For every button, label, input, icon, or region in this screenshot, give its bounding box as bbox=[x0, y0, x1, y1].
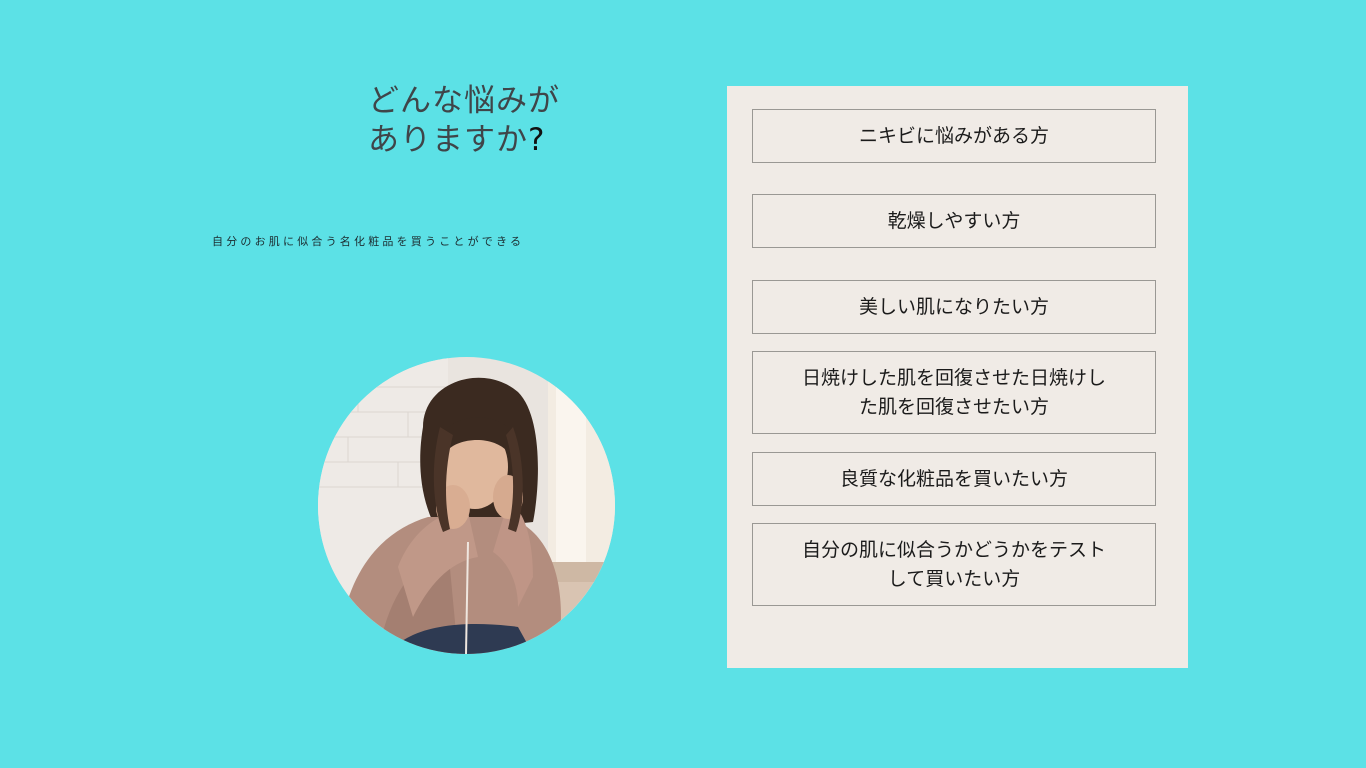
option-dry-skin-line-1: 乾燥しやすい方 bbox=[887, 209, 1021, 232]
option-beautiful-skin-line-1: 美しい肌になりたい方 bbox=[858, 295, 1049, 318]
option-quality-cosmetics-label: 良質な化粧品を買いたい方 bbox=[840, 465, 1068, 494]
option-beautiful-skin[interactable]: 美しい肌になりたい方 bbox=[752, 280, 1156, 334]
option-acne-line-1: ニキビに悩みがある方 bbox=[858, 124, 1049, 147]
option-dry-skin[interactable]: 乾燥しやすい方 bbox=[752, 194, 1156, 248]
option-acne-label: ニキビに悩みがある方 bbox=[859, 122, 1049, 151]
page-background: どんな悩みが ありますか? 自分のお肌に似合う名化粧品を買うことができる ニキビ… bbox=[0, 0, 1366, 768]
page-title: どんな悩みが ありますか? bbox=[368, 82, 560, 160]
option-beautiful-skin-label: 美しい肌になりたい方 bbox=[859, 293, 1049, 322]
tagline: 自分のお肌に似合う名化粧品を買うことができる bbox=[212, 235, 525, 248]
option-test-before-buy-label: 自分の肌に似合うかどうかをテスト して買いたい方 bbox=[802, 536, 1106, 594]
option-sunburn-recovery-line-1: 日焼けした肌を回復させた日焼けし bbox=[801, 366, 1106, 389]
title-line-2: ありますか? bbox=[368, 121, 560, 160]
option-sunburn-recovery-line-2: た肌を回復させたい方 bbox=[858, 395, 1049, 418]
concerns-panel: ニキビに悩みがある方 乾燥しやすい方 美しい肌になりたい方 日焼けした肌を回復さ… bbox=[727, 86, 1188, 668]
option-test-before-buy[interactable]: 自分の肌に似合うかどうかをテスト して買いたい方 bbox=[752, 523, 1156, 606]
option-quality-cosmetics-line-1: 良質な化粧品を買いたい方 bbox=[839, 467, 1068, 490]
title-line-1: どんな悩みが bbox=[368, 83, 560, 119]
question-mark: ? bbox=[528, 122, 546, 158]
option-quality-cosmetics[interactable]: 良質な化粧品を買いたい方 bbox=[752, 452, 1156, 506]
option-acne[interactable]: ニキビに悩みがある方 bbox=[752, 109, 1156, 163]
title-line-2-text: ありますか bbox=[368, 122, 528, 158]
option-dry-skin-label: 乾燥しやすい方 bbox=[888, 207, 1021, 236]
option-test-before-buy-line-2: して買いたい方 bbox=[887, 567, 1021, 590]
option-test-before-buy-line-1: 自分の肌に似合うかどうかをテスト bbox=[801, 538, 1106, 561]
worried-woman-photo bbox=[318, 357, 615, 654]
option-sunburn-recovery[interactable]: 日焼けした肌を回復させた日焼けし た肌を回復させたい方 bbox=[752, 351, 1156, 434]
option-sunburn-recovery-label: 日焼けした肌を回復させた日焼けし た肌を回復させたい方 bbox=[802, 364, 1106, 422]
